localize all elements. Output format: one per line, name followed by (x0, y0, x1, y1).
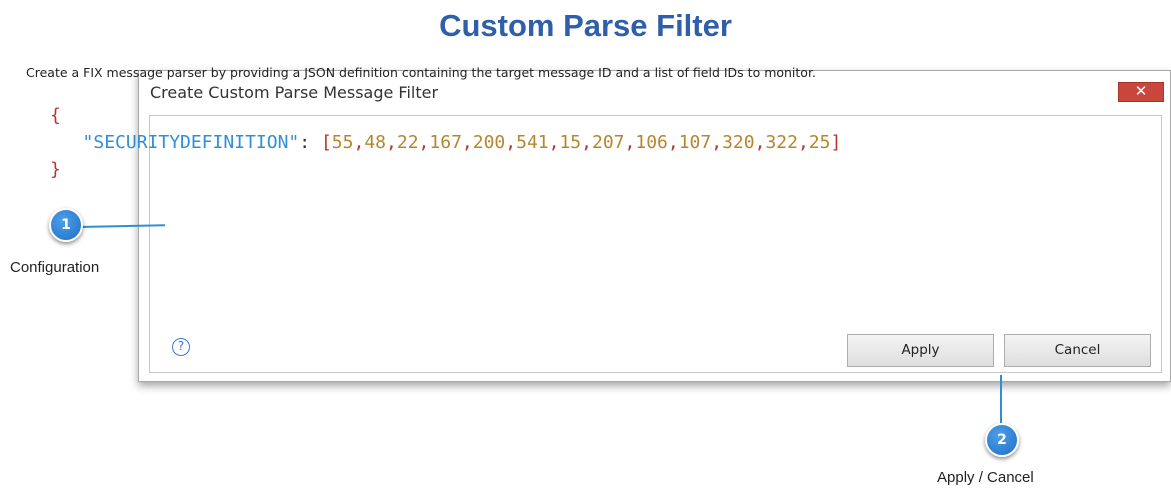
dialog-description: Create a FIX message parser by providing… (26, 65, 816, 80)
close-button[interactable]: ✕ (1118, 82, 1164, 102)
json-comma: , (711, 132, 723, 153)
json-close-brace: } (50, 159, 61, 180)
json-open-brace: { (50, 105, 61, 126)
json-comma: , (461, 132, 473, 153)
dialog-title: Create Custom Parse Message Filter (150, 83, 439, 102)
json-value: 48 (364, 132, 387, 153)
json-colon: : (299, 132, 311, 153)
close-icon: ✕ (1134, 82, 1148, 100)
callout-2-line (1000, 375, 1002, 425)
json-comma: , (386, 132, 397, 153)
json-comma: , (418, 132, 430, 153)
json-comma: , (505, 132, 517, 153)
json-comma: , (754, 132, 766, 153)
json-comma: , (667, 132, 679, 153)
callout-1-label: Configuration (10, 259, 100, 276)
json-value: 320 (722, 132, 755, 153)
json-open-bracket: [ (320, 132, 332, 153)
json-key: "SECURITYDEFINITION" (82, 132, 300, 153)
json-comma: , (797, 132, 809, 153)
callout-1-badge: 1 (49, 208, 83, 242)
json-comma: , (353, 132, 365, 153)
json-value: 55 (331, 132, 354, 153)
json-value: 22 (396, 132, 419, 153)
json-definition-editor[interactable]: { "SECURITYDEFINITION": [55,48,22,167,20… (50, 102, 841, 183)
json-value: 107 (678, 132, 712, 153)
json-close-bracket: ] (830, 132, 842, 153)
json-value: 541 (516, 132, 549, 153)
callout-2-label: Apply / Cancel (937, 469, 1034, 486)
json-values: 55,48,22,167,200,541,15,207,106,107,320,… (332, 132, 831, 153)
callout-2-badge: 2 (985, 423, 1019, 457)
json-value: 322 (765, 132, 798, 153)
apply-button[interactable]: Apply (847, 334, 994, 367)
json-value: 15 (559, 132, 582, 153)
json-comma: , (581, 132, 592, 153)
json-value: 167 (429, 132, 462, 153)
json-value: 200 (472, 132, 506, 153)
json-value: 106 (635, 132, 668, 153)
json-comma: , (624, 132, 636, 153)
cancel-button[interactable]: Cancel (1004, 334, 1151, 367)
json-value: 25 (808, 132, 831, 153)
page-title: Custom Parse Filter (439, 8, 732, 43)
json-comma: , (548, 132, 560, 153)
help-icon[interactable]: ? (172, 338, 190, 356)
json-value: 207 (592, 132, 625, 153)
